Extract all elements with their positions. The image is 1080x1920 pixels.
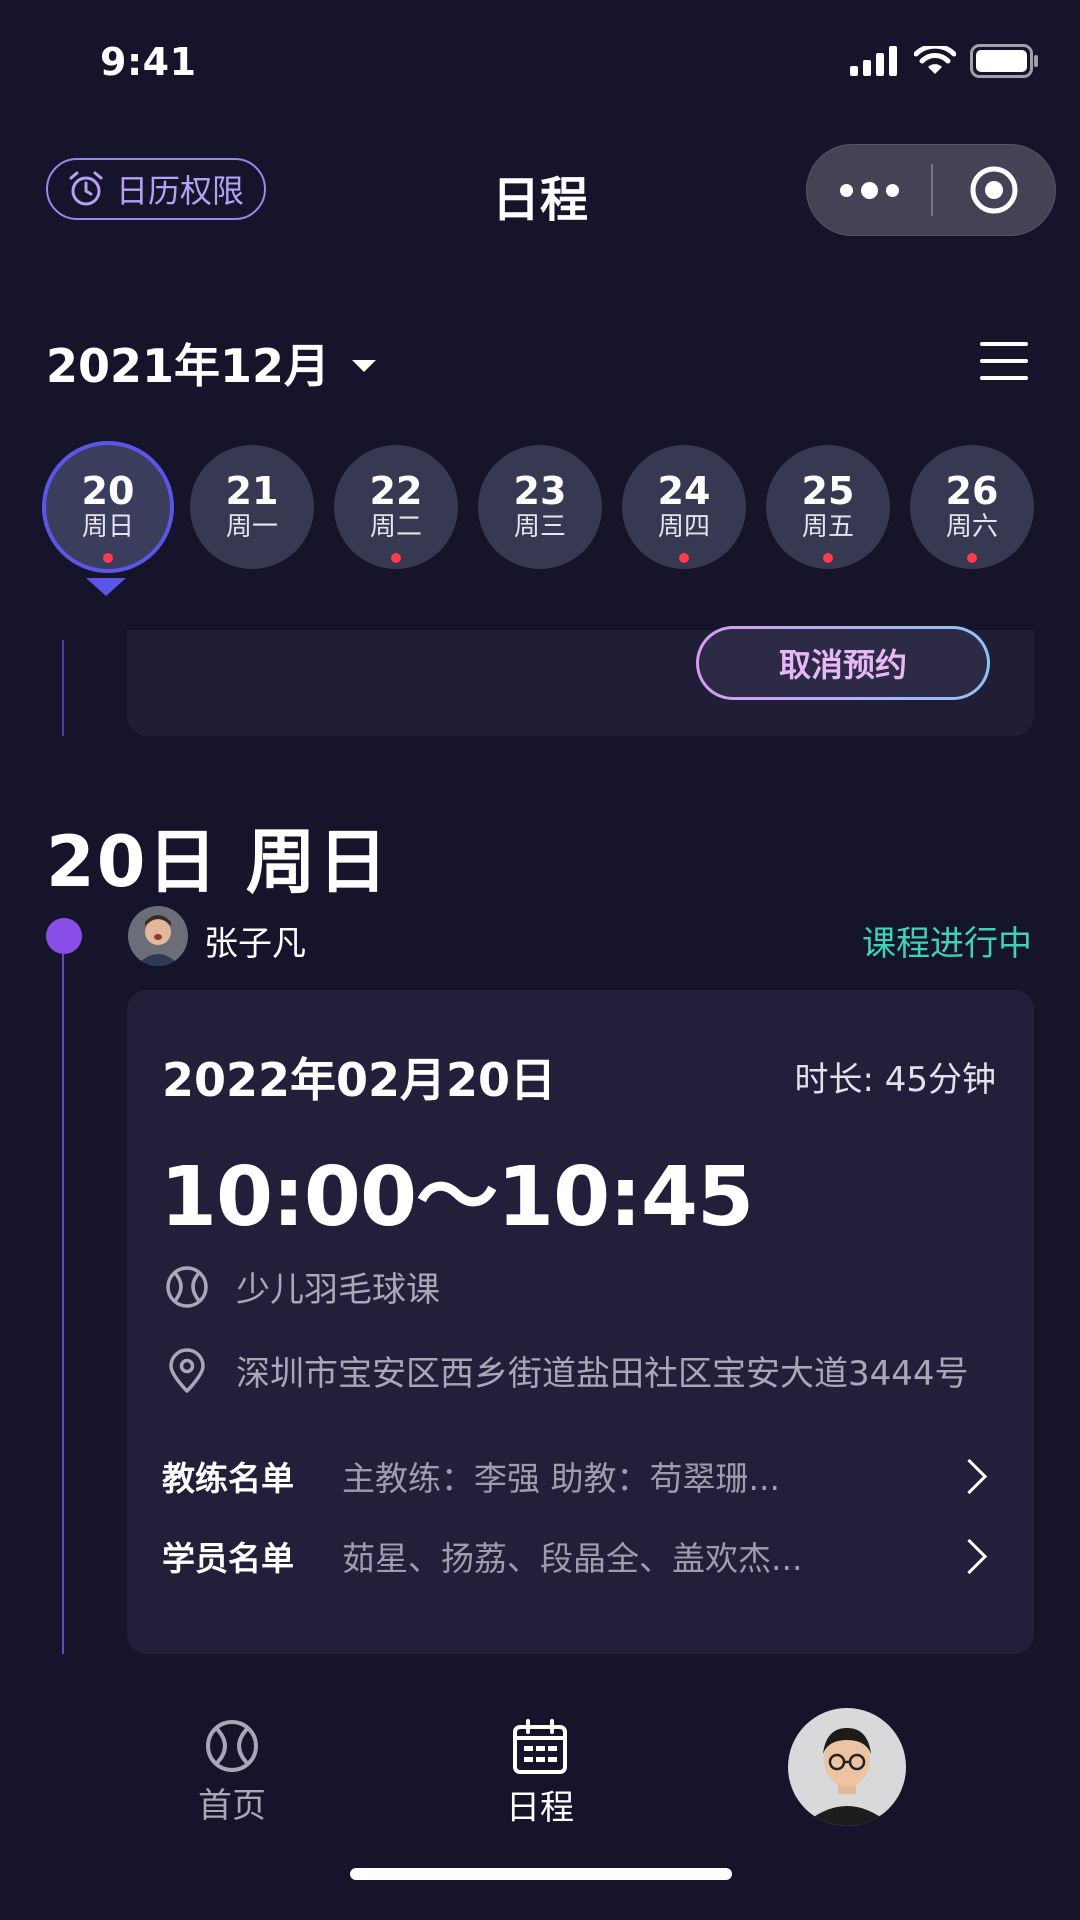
status-badge: 课程进行中 [862, 924, 1032, 964]
wifi-icon [914, 46, 956, 74]
day-weekday: 周三 [513, 512, 566, 542]
student-list-label: 学员名单 [162, 1539, 294, 1578]
chevron-right-icon [951, 1538, 988, 1574]
day-item-20[interactable]: 20 周日 [42, 441, 174, 573]
day-weekday: 周一 [225, 512, 278, 542]
chevron-right-icon [951, 1458, 988, 1494]
day-weekday: 周二 [369, 512, 422, 542]
ball-icon [206, 1720, 258, 1772]
day-weekday: 周四 [657, 512, 710, 542]
close-mini-program-button[interactable] [933, 165, 1055, 215]
tab-home-label: 首页 [198, 1786, 266, 1826]
more-dot-icon [885, 183, 899, 197]
event-dot [823, 553, 833, 563]
tab-schedule[interactable]: 日程 [460, 1718, 620, 1829]
course-name: 少儿羽毛球课 [236, 1270, 440, 1310]
battery-icon [970, 44, 1038, 78]
course-row: 少儿羽毛球课 [164, 1262, 440, 1311]
more-dot-icon [839, 183, 853, 197]
day-number: 23 [513, 469, 567, 513]
signal-icon [850, 46, 897, 76]
day-item-23[interactable]: 23 周三 [478, 445, 602, 569]
menu-icon[interactable] [980, 342, 1028, 380]
ball-icon [166, 1265, 208, 1308]
selected-day-pointer-icon [86, 578, 126, 596]
event-dot [391, 553, 401, 563]
day-item-21[interactable]: 21 周一 [190, 445, 314, 569]
day-number: 26 [945, 469, 999, 513]
event-dot [967, 553, 977, 563]
event-dot [679, 553, 689, 563]
location-pin-icon [169, 1347, 205, 1393]
tab-schedule-label: 日程 [506, 1788, 574, 1828]
month-selector[interactable]: 2021年12月 [46, 330, 377, 396]
date-heading: 20日 周日 [46, 821, 390, 903]
day-number: 20 [81, 469, 135, 513]
event-dot [103, 553, 113, 563]
day-item-22[interactable]: 22 周二 [334, 445, 458, 569]
coach-list-row[interactable]: 教练名单 主教练：李强 助教：苟翠珊... [162, 1452, 988, 1500]
cancel-booking-button[interactable]: 取消预约 [696, 626, 990, 700]
timeline-line [62, 954, 64, 1654]
timeline-line [62, 640, 64, 736]
day-item-25[interactable]: 25 周五 [766, 445, 890, 569]
card-duration: 时长: 45分钟 [794, 1060, 996, 1100]
address-text: 深圳市宝安区西乡街道盐田社区宝安大道3444号 [236, 1354, 969, 1394]
tab-home[interactable]: 首页 [152, 1718, 312, 1827]
target-icon [970, 166, 1018, 214]
home-indicator [350, 1868, 732, 1880]
mini-program-capsule [806, 144, 1056, 236]
day-number: 22 [369, 469, 423, 513]
day-number: 25 [801, 469, 855, 513]
day-weekday: 周六 [945, 512, 998, 542]
student-list-value: 茹星、扬荔、段晶全、盖欢杰... [342, 1539, 803, 1578]
day-number: 21 [225, 469, 279, 513]
timeline-dot [46, 918, 82, 954]
student-name: 张子凡 [204, 924, 306, 964]
day-number: 24 [657, 469, 711, 513]
more-options-button[interactable] [807, 145, 931, 235]
card-time-range: 10:00～10:45 [160, 1150, 754, 1245]
status-icons [850, 44, 1040, 78]
address-row: 深圳市宝安区西乡街道盐田社区宝安大道3444号 [164, 1346, 969, 1395]
status-time: 9:41 [100, 40, 197, 84]
student-avatar [128, 906, 188, 966]
day-weekday: 周五 [801, 512, 854, 542]
more-dot-icon [860, 181, 878, 199]
day-item-26[interactable]: 26 周六 [910, 445, 1034, 569]
month-label: 2021年12月 [46, 339, 331, 393]
caret-down-icon [352, 360, 377, 372]
coach-list-value: 主教练：李强 助教：苟翠珊... [342, 1459, 780, 1498]
card-date: 2022年02月20日 [162, 1053, 557, 1107]
day-weekday: 周日 [81, 512, 134, 542]
coach-list-label: 教练名单 [162, 1459, 294, 1498]
day-item-24[interactable]: 24 周四 [622, 445, 746, 569]
profile-avatar[interactable] [788, 1708, 906, 1826]
calendar-icon [513, 1719, 567, 1774]
student-list-row[interactable]: 学员名单 茹星、扬荔、段晶全、盖欢杰... [162, 1532, 988, 1580]
